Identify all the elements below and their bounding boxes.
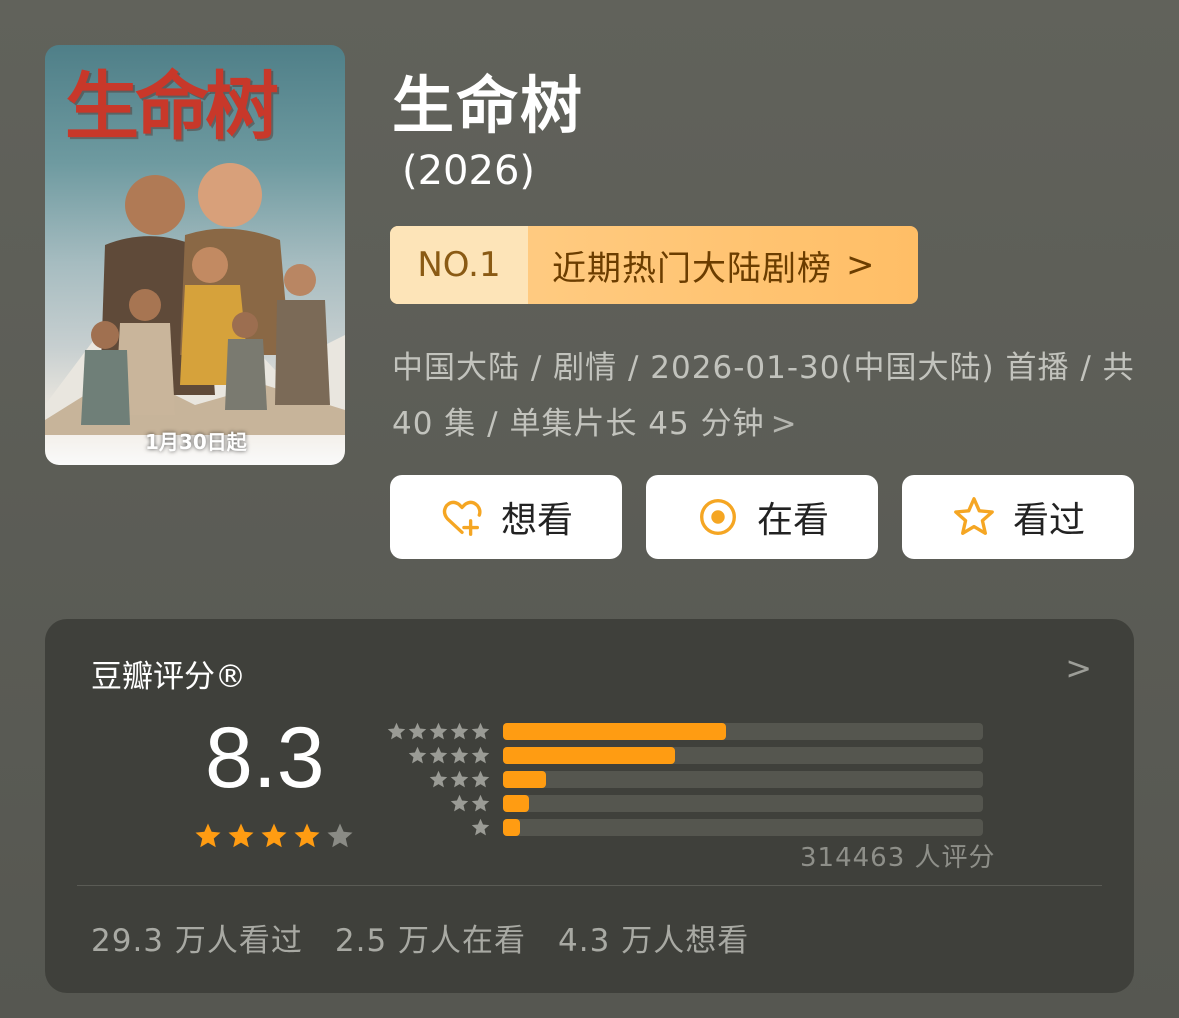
- poster-title-text: 生命树: [65, 64, 279, 150]
- rating-card[interactable]: 豆瓣评分® > 8.3 314463 人评分 29.3 万人看过 2.5 万人在…: [45, 619, 1134, 993]
- row-stars: [383, 745, 491, 766]
- star-icon: [471, 818, 490, 835]
- rating-bar-fill: [503, 770, 547, 788]
- star-icon: [429, 746, 448, 763]
- release-year: (2026): [402, 148, 536, 194]
- watching-label: 在看: [756, 500, 829, 541]
- star-icon: [408, 722, 427, 739]
- star-icon: [471, 770, 490, 787]
- audience-stats: 29.3 万人看过 2.5 万人在看 4.3 万人想看: [91, 915, 749, 960]
- want-to-watch-button[interactable]: 想看: [390, 475, 622, 559]
- rating-bar-track: [503, 746, 983, 764]
- chevron-right-icon: >: [846, 245, 876, 285]
- heart-plus-icon: [442, 500, 482, 536]
- star-filled-icon: [228, 823, 254, 848]
- rating-bar-fill: [503, 794, 530, 812]
- star-filled-icon: [294, 823, 320, 848]
- rating-score: 8.3: [205, 710, 325, 806]
- want-to-watch-label: 想看: [500, 500, 573, 541]
- rating-bar-fill: [503, 746, 675, 764]
- rating-bar-track: [503, 770, 983, 788]
- page: 生命树 1月30日起 生命树 (2026) NO.1 近期热门大陆剧榜 > 中国…: [0, 0, 1179, 1018]
- star-icon: [471, 722, 490, 739]
- watching-count[interactable]: 2.5 万人在看: [335, 915, 526, 960]
- row-stars: [383, 721, 491, 742]
- rating-bar-fill: [503, 722, 727, 740]
- chevron-right-icon: >: [770, 406, 798, 442]
- divider: [77, 885, 1102, 886]
- row-stars: [383, 769, 491, 790]
- star-icon: [450, 770, 469, 787]
- rating-distribution-row: [383, 719, 983, 743]
- poster-date-text: 1月30日起: [145, 430, 247, 454]
- star-empty-icon: [327, 823, 353, 848]
- star-icon: [429, 770, 448, 787]
- score-stars: [193, 821, 355, 851]
- rating-heading: 豆瓣评分®: [91, 659, 246, 695]
- star-icon: [450, 746, 469, 763]
- want-count[interactable]: 4.3 万人想看: [558, 915, 749, 960]
- show-info-text: 中国大陆 / 剧情 / 2026-01-30(中国大陆) 首播 / 共 40 集…: [392, 350, 1135, 442]
- poster-image[interactable]: 生命树 1月30日起: [45, 45, 345, 465]
- ranking-badge[interactable]: NO.1 近期热门大陆剧榜 >: [390, 226, 918, 304]
- chevron-right-icon[interactable]: >: [1065, 649, 1092, 687]
- watched-count[interactable]: 29.3 万人看过: [91, 915, 303, 960]
- star-outline-icon: [954, 497, 994, 535]
- rating-distribution-row: [383, 815, 983, 839]
- row-stars: [383, 817, 491, 838]
- rating-distribution-row: [383, 743, 983, 767]
- star-icon: [429, 722, 448, 739]
- page-title: 生命树: [392, 69, 585, 142]
- rating-distribution: [383, 719, 983, 839]
- rating-bar-track: [503, 794, 983, 812]
- star-icon: [471, 746, 490, 763]
- action-buttons: 想看 在看 看过: [390, 475, 1134, 559]
- rating-bar-fill: [503, 818, 520, 836]
- rating-distribution-row: [383, 791, 983, 815]
- rating-bar-track: [503, 818, 983, 836]
- star-icon: [471, 794, 490, 811]
- target-circle-icon: [700, 499, 736, 535]
- star-icon: [450, 722, 469, 739]
- watching-button[interactable]: 在看: [646, 475, 878, 559]
- rank-label: 近期热门大陆剧榜 >: [528, 226, 918, 304]
- row-stars: [383, 793, 491, 814]
- star-filled-icon: [195, 823, 221, 848]
- poster-illustration: [45, 163, 345, 435]
- rank-number: NO.1: [390, 226, 528, 304]
- rating-count: 314463 人评分: [800, 843, 996, 873]
- rating-bar-track: [503, 722, 983, 740]
- star-filled-icon: [261, 823, 287, 848]
- star-icon: [450, 794, 469, 811]
- star-icon: [387, 722, 406, 739]
- rating-distribution-row: [383, 767, 983, 791]
- show-info[interactable]: 中国大陆 / 剧情 / 2026-01-30(中国大陆) 首播 / 共 40 集…: [392, 340, 1142, 452]
- star-icon: [408, 746, 427, 763]
- watched-button[interactable]: 看过: [902, 475, 1134, 559]
- rank-label-text: 近期热门大陆剧榜: [552, 248, 832, 289]
- watched-label: 看过: [1012, 500, 1085, 541]
